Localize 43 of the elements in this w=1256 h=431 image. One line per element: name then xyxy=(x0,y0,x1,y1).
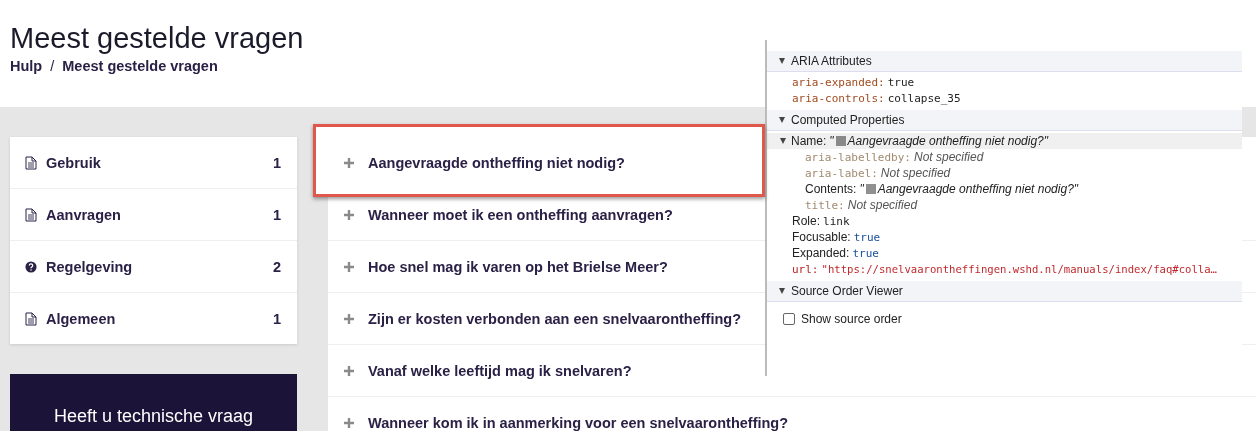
property-row: Name: " Aangevraagde ontheffing niet nodig?" xyxy=(767,133,1242,149)
faq-item[interactable]: Zijn er kosten verbonden aan een snelvaarontheffing? xyxy=(344,310,742,327)
page-title: Meest gestelde vragen xyxy=(10,21,305,56)
document-icon xyxy=(25,311,37,326)
section-header[interactable]: ARIA Attributes xyxy=(767,51,1242,72)
section-header[interactable]: Computed Properties xyxy=(767,110,1242,131)
category-item[interactable]: Aanvragen 1 xyxy=(10,189,297,241)
faq-item[interactable]: Wanneer moet ik een ontheffing aanvragen? xyxy=(344,206,673,223)
plus-icon xyxy=(344,261,354,272)
faq-item[interactable]: Hoe snel mag ik varen op het Brielse Meer? xyxy=(344,258,668,275)
property-row-text: Contents: " Aangevraagde ontheffing niet nodig?" xyxy=(804,181,1080,197)
property-row-text: Role: link xyxy=(791,213,851,229)
property-row-text: Focusable: true xyxy=(791,229,882,245)
plus-icon xyxy=(344,313,354,324)
category-item[interactable]: Algemeen 1 xyxy=(10,293,297,344)
faq-item[interactable]: Vanaf welke leeftijd mag ik snelvaren? xyxy=(344,362,632,379)
property-row-text: url: "https://snelvaarontheffingen.wshd.nl/manuals/index/faq#colla… xyxy=(791,261,1218,277)
question-icon xyxy=(25,259,37,274)
section-header[interactable]: Source Order Viewer xyxy=(767,281,1242,302)
checkbox[interactable] xyxy=(783,313,795,325)
plus-icon xyxy=(344,157,354,168)
faq-item[interactable]: Wanneer kom ik in aanmerking voor een snelvaarontheffing? xyxy=(344,414,789,431)
checkbox-label: Show source order xyxy=(801,312,902,326)
document-icon xyxy=(25,207,37,222)
text-icon xyxy=(865,184,876,194)
property-row-text: title: Not specified xyxy=(804,197,919,213)
document-icon xyxy=(25,155,37,170)
text-icon xyxy=(835,136,846,146)
category-item[interactable]: Gebruik 1 xyxy=(10,137,297,189)
property-row-text: aria-label: Not specified xyxy=(804,165,952,181)
category-item[interactable]: Regelgeving 2 xyxy=(10,241,297,293)
property-row-text: aria-expanded: true xyxy=(791,74,916,90)
plus-icon xyxy=(344,417,354,428)
property-row-text: aria-labelledby: Not specified xyxy=(804,149,985,165)
property-row-text: Expanded: true xyxy=(791,245,880,261)
faq-item[interactable]: Aangevraagde ontheffing niet nodig? xyxy=(344,154,625,171)
breadcrumb-link[interactable]: Hulp xyxy=(10,58,43,74)
property-row-text: aria-controls: collapse_35 xyxy=(791,90,962,106)
help-heading: Heeft u technische vraag xyxy=(53,406,254,428)
plus-icon xyxy=(344,365,354,376)
breadcrumb-separator: / xyxy=(50,58,55,74)
plus-icon xyxy=(344,209,354,220)
breadcrumb-link[interactable]: Meest gestelde vragen xyxy=(62,58,218,74)
